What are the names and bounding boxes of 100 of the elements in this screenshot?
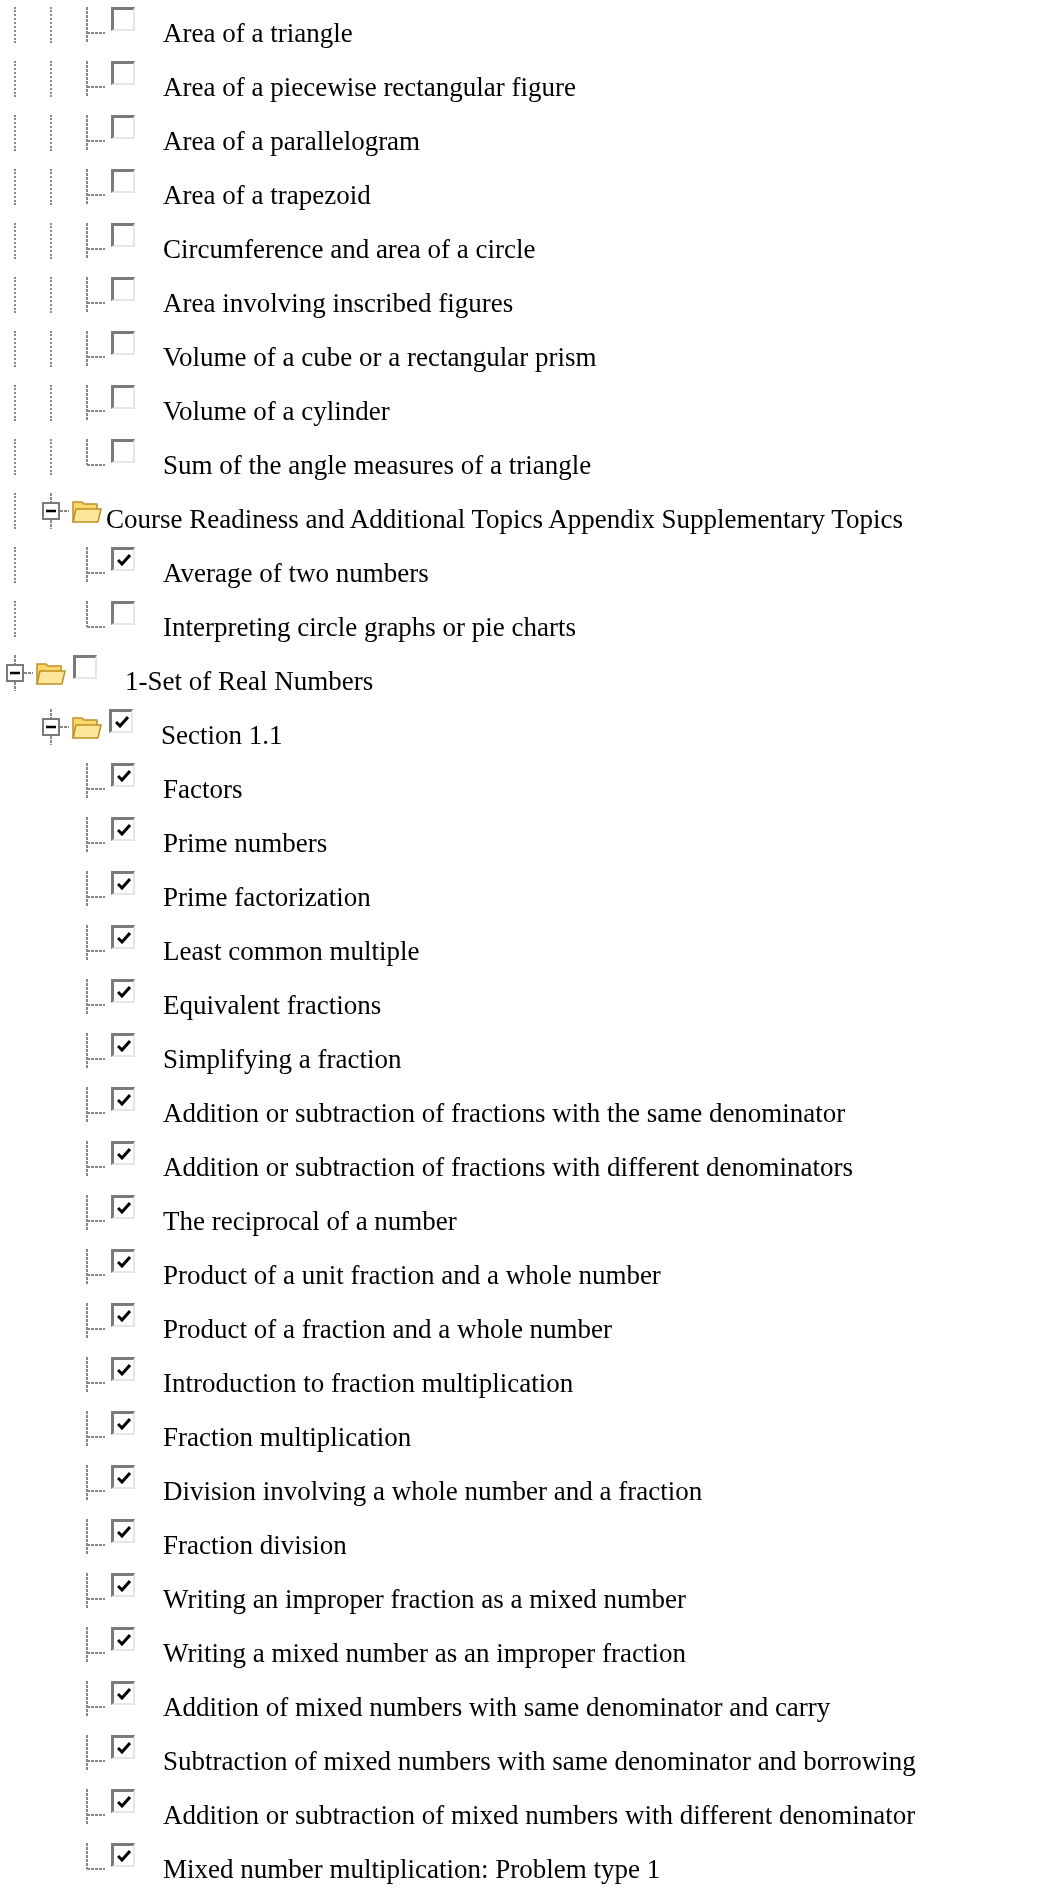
checkbox[interactable] — [111, 1735, 135, 1759]
topic-label[interactable]: Circumference and area of a circle — [163, 223, 536, 264]
checkbox[interactable] — [111, 1465, 135, 1489]
checkmark-icon — [116, 1255, 131, 1268]
collapse-toggle[interactable] — [42, 718, 60, 736]
topic-label[interactable]: Volume of a cube or a rectangular prism — [163, 331, 597, 372]
collapse-toggle[interactable] — [6, 664, 24, 682]
checkbox[interactable] — [111, 925, 135, 949]
topic-label[interactable]: Area of a trapezoid — [163, 169, 371, 210]
tree-line — [14, 223, 16, 259]
checkbox[interactable] — [111, 1411, 135, 1435]
topic-label[interactable]: Area involving inscribed figures — [163, 277, 514, 318]
checkbox[interactable] — [111, 169, 135, 193]
tree-line — [14, 7, 16, 43]
checkbox[interactable] — [111, 1681, 135, 1705]
tree-connector — [14, 655, 33, 691]
checkbox[interactable] — [111, 1573, 135, 1597]
collapse-toggle[interactable] — [42, 502, 60, 520]
checkbox[interactable] — [111, 1357, 135, 1381]
topic-label[interactable]: Factors — [163, 763, 243, 804]
folder-label[interactable]: Section 1.1 — [161, 709, 283, 750]
topic-label[interactable]: Prime numbers — [163, 817, 328, 858]
topic-label[interactable]: Addition or subtraction of fractions with the same denominator — [163, 1087, 846, 1128]
checkmark-icon — [116, 769, 131, 782]
topic-label[interactable]: Product of a fraction and a whole number — [163, 1303, 613, 1344]
topic-label[interactable]: Subtraction of mixed numbers with same denominator and borrowing — [163, 1735, 916, 1776]
tree-connector — [86, 1735, 105, 1771]
topic-label[interactable]: Volume of a cylinder — [163, 385, 390, 426]
checkbox[interactable] — [111, 1195, 135, 1219]
topic-label[interactable]: Fraction multiplication — [163, 1411, 412, 1452]
checkbox[interactable] — [111, 1303, 135, 1327]
topic-label[interactable]: Interpreting circle graphs or pie charts — [163, 601, 577, 642]
checkbox[interactable] — [111, 277, 135, 301]
checkbox[interactable] — [111, 223, 135, 247]
checkbox[interactable] — [111, 331, 135, 355]
checkmark-icon — [116, 1741, 131, 1754]
tree-connector — [86, 1843, 105, 1870]
checkbox[interactable] — [111, 1519, 135, 1543]
tree-connector — [86, 1087, 105, 1123]
tree-line — [50, 277, 52, 313]
tree-connector — [86, 817, 105, 853]
checkbox[interactable] — [111, 601, 135, 625]
checkbox[interactable] — [111, 1033, 135, 1057]
topic-label[interactable]: Area of a piecewise rectangular figure — [163, 61, 576, 102]
topic-label[interactable]: Addition of mixed numbers with same denominator and carry — [163, 1681, 831, 1722]
checkbox[interactable] — [111, 385, 135, 409]
tree-connector — [86, 1033, 105, 1069]
tree-line — [14, 277, 16, 313]
tree-line — [50, 331, 52, 367]
tree-connector — [86, 277, 105, 313]
topic-label[interactable]: Average of two numbers — [163, 547, 429, 588]
checkbox[interactable] — [111, 817, 135, 841]
checkbox[interactable] — [111, 1249, 135, 1273]
folder-label[interactable]: 1-Set of Real Numbers — [125, 655, 374, 696]
tree-connector — [86, 1627, 105, 1663]
topic-label[interactable]: Area of a parallelogram — [163, 115, 421, 156]
checkbox[interactable] — [111, 61, 135, 85]
checkbox[interactable] — [111, 547, 135, 571]
tree-line — [14, 331, 16, 367]
folder-label[interactable]: Course Readiness and Additional Topics Appendix Supplementary Topics — [106, 493, 903, 534]
topic-label[interactable]: Product of a unit fraction and a whole number — [163, 1249, 661, 1290]
topic-label[interactable]: Addition or subtraction of fractions with different denominators — [163, 1141, 854, 1182]
checkbox[interactable] — [111, 871, 135, 895]
tree-connector — [86, 925, 105, 961]
tree-connector — [86, 1141, 105, 1177]
checkmark-icon — [116, 985, 131, 998]
topic-label[interactable]: Equivalent fractions — [163, 979, 382, 1020]
tree-connector — [86, 331, 105, 367]
checkmark-icon — [116, 1417, 131, 1430]
checkbox[interactable] — [111, 115, 135, 139]
topic-label[interactable]: The reciprocal of a number — [163, 1195, 457, 1236]
tree-connector — [86, 385, 105, 421]
topic-label[interactable]: Area of a triangle — [163, 7, 353, 48]
checkbox[interactable] — [111, 1141, 135, 1165]
checkbox[interactable] — [111, 7, 135, 31]
checkbox[interactable] — [111, 439, 135, 463]
checkbox[interactable] — [111, 979, 135, 1003]
checkbox[interactable] — [111, 1789, 135, 1813]
checkbox[interactable] — [109, 709, 133, 733]
topic-label[interactable]: Prime factorization — [163, 871, 371, 912]
tree-connector — [50, 709, 69, 745]
checkbox[interactable] — [111, 1087, 135, 1111]
checkbox[interactable] — [73, 655, 97, 679]
topic-label[interactable]: Writing an improper fraction as a mixed number — [163, 1573, 686, 1614]
topic-label[interactable]: Writing a mixed number as an improper fraction — [163, 1627, 686, 1668]
topic-label[interactable]: Least common multiple — [163, 925, 420, 966]
topic-label[interactable]: Mixed number multiplication: Problem type 1 — [163, 1843, 661, 1884]
checkbox[interactable] — [111, 763, 135, 787]
tree-connector — [86, 223, 105, 259]
checkmark-icon — [116, 1039, 131, 1052]
topic-label[interactable]: Division involving a whole number and a fraction — [163, 1465, 703, 1506]
tree-connector — [86, 601, 105, 628]
topic-label[interactable]: Addition or subtraction of mixed numbers with different denominator — [163, 1789, 916, 1830]
topic-label[interactable]: Introduction to fraction multiplication — [163, 1357, 574, 1398]
topic-label[interactable]: Fraction division — [163, 1519, 347, 1560]
topic-label[interactable]: Sum of the angle measures of a triangle — [163, 439, 592, 480]
checkbox[interactable] — [111, 1627, 135, 1651]
topic-label[interactable]: Simplifying a fraction — [163, 1033, 402, 1074]
checkbox[interactable] — [111, 1843, 135, 1867]
tree-connector — [86, 1681, 105, 1717]
